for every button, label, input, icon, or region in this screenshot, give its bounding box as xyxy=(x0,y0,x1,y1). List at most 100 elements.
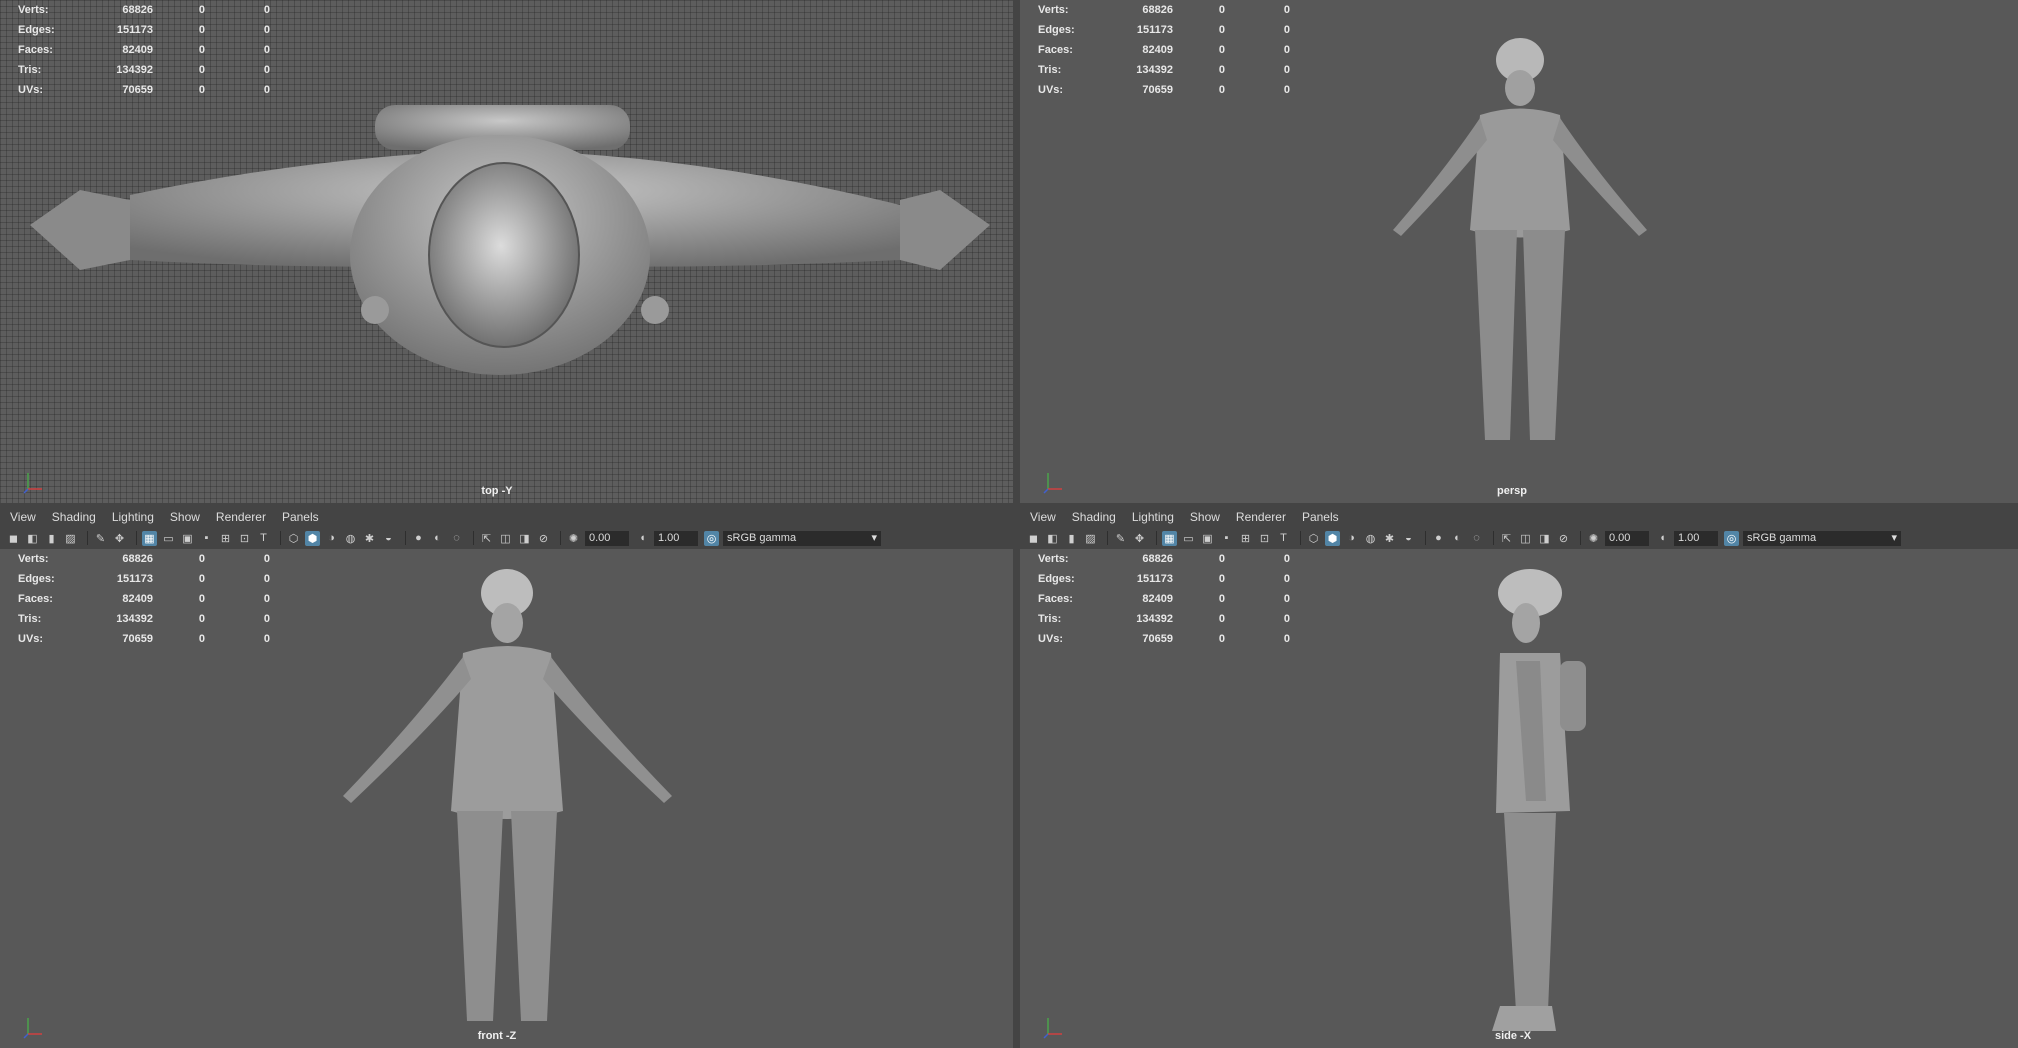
gamma-field[interactable]: 1.00 xyxy=(654,530,698,546)
grease-pencil-icon[interactable]: ✎ xyxy=(1113,531,1128,546)
menu-view[interactable]: View xyxy=(10,510,36,524)
exposure-icon[interactable]: ✺ xyxy=(1586,531,1601,546)
bookmark-icon[interactable]: ▮ xyxy=(44,531,59,546)
xray-joints-icon[interactable]: ◨ xyxy=(517,531,532,546)
exposure-icon[interactable]: ✺ xyxy=(566,531,581,546)
lights-icon[interactable]: ✱ xyxy=(1382,531,1397,546)
grid-icon[interactable]: ▦ xyxy=(142,530,157,546)
grease-pencil-icon[interactable]: ✎ xyxy=(93,531,108,546)
gamma-icon[interactable]: ◖ xyxy=(635,531,650,546)
textured-icon[interactable]: ◍ xyxy=(1363,531,1378,546)
exposure-field[interactable]: 0.00 xyxy=(585,530,629,546)
color-space-select[interactable]: sRGB gamma ▾ xyxy=(723,530,881,546)
menu-renderer[interactable]: Renderer xyxy=(216,510,266,524)
shadows-icon[interactable]: ◒ xyxy=(381,531,396,546)
isolate-select-icon[interactable]: ⇱ xyxy=(479,531,494,546)
safe-action-icon[interactable]: ⊡ xyxy=(237,531,252,546)
resolution-gate-icon[interactable]: ▣ xyxy=(180,531,195,546)
field-chart-icon[interactable]: ⊞ xyxy=(218,531,233,546)
camera-label-side: side -X xyxy=(1494,1030,1532,1042)
ambient-occlusion-icon[interactable]: ● xyxy=(411,531,426,546)
camera-attributes-icon[interactable]: ◧ xyxy=(25,531,40,546)
toolbar-separator xyxy=(1300,531,1301,545)
camera-attributes-icon[interactable]: ◧ xyxy=(1045,531,1060,546)
pane-divider-vertical[interactable] xyxy=(1013,0,1020,1048)
viewport-front[interactable]: Verts: 68826 0 0 Edges: 151173 0 0 Faces: 82409… xyxy=(0,549,1013,1048)
image-plane-icon[interactable]: ▨ xyxy=(63,531,78,546)
motion-blur-icon[interactable]: ◐ xyxy=(430,531,445,546)
shadows-icon[interactable]: ◒ xyxy=(1401,531,1416,546)
image-plane-icon[interactable]: ▨ xyxy=(1083,531,1098,546)
viewport-side[interactable]: Verts: 68826 0 0 Edges: 151173 0 0 Faces: 82409… xyxy=(1020,549,2018,1048)
chevron-down-icon: ▾ xyxy=(1891,531,1897,544)
wireframe-icon[interactable]: ⬡ xyxy=(1306,531,1321,546)
color-management-icon[interactable]: ◎ xyxy=(1724,530,1739,546)
resolution-gate-icon[interactable]: ▣ xyxy=(1200,531,1215,546)
2d-pan-zoom-icon[interactable]: ✥ xyxy=(112,531,127,546)
2d-pan-zoom-icon[interactable]: ✥ xyxy=(1132,531,1147,546)
menu-shading[interactable]: Shading xyxy=(52,510,96,524)
default-material-icon[interactable]: ◑ xyxy=(324,531,339,546)
menu-show[interactable]: Show xyxy=(170,510,200,524)
anti-alias-icon[interactable]: ◌ xyxy=(1469,531,1484,546)
soldier-model-persp[interactable] xyxy=(1375,30,1665,460)
viewport-persp[interactable]: Verts: 68826 0 0 Edges: 151173 0 0 Faces: 82409… xyxy=(1020,0,2018,503)
motion-blur-icon[interactable]: ◐ xyxy=(1450,531,1465,546)
toolbar-separator xyxy=(1425,531,1426,545)
smooth-shade-icon[interactable]: ⬢ xyxy=(305,530,320,546)
camera-icon[interactable]: ◼ xyxy=(6,531,21,546)
default-material-icon[interactable]: ◑ xyxy=(1344,531,1359,546)
toolbar-separator xyxy=(560,531,561,545)
toolbar-separator xyxy=(1107,531,1108,545)
wireframe-icon[interactable]: ⬡ xyxy=(286,531,301,546)
backface-culling-icon[interactable]: ⊘ xyxy=(1556,531,1571,546)
xray-icon[interactable]: ◫ xyxy=(1518,531,1533,546)
grid-icon[interactable]: ▦ xyxy=(1162,530,1177,546)
menu-shading[interactable]: Shading xyxy=(1072,510,1116,524)
color-space-select[interactable]: sRGB gamma ▾ xyxy=(1743,530,1901,546)
axis-gizmo xyxy=(23,1018,42,1039)
chevron-down-icon: ▾ xyxy=(871,531,877,544)
lights-icon[interactable]: ✱ xyxy=(362,531,377,546)
safe-title-icon[interactable]: T xyxy=(1276,531,1291,546)
panel-menubar-side: View Shading Lighting Show Renderer Pane… xyxy=(1020,507,2018,527)
isolate-select-icon[interactable]: ⇱ xyxy=(1499,531,1514,546)
viewport-top[interactable]: Verts: 68826 0 0 Edges: 151173 0 0 Faces: 82409… xyxy=(0,0,1013,503)
field-chart-icon[interactable]: ⊞ xyxy=(1238,531,1253,546)
menu-lighting[interactable]: Lighting xyxy=(112,510,154,524)
anti-alias-icon[interactable]: ◌ xyxy=(449,531,464,546)
safe-title-icon[interactable]: T xyxy=(256,531,271,546)
bookmark-icon[interactable]: ▮ xyxy=(1064,531,1079,546)
menu-panels[interactable]: Panels xyxy=(282,510,319,524)
soldier-model-side[interactable] xyxy=(1460,561,1600,1041)
camera-icon[interactable]: ◼ xyxy=(1026,531,1041,546)
gate-mask-icon[interactable]: ▪ xyxy=(1219,531,1234,546)
menu-show[interactable]: Show xyxy=(1190,510,1220,524)
xray-joints-icon[interactable]: ◨ xyxy=(1537,531,1552,546)
panel-toolbar-side: ◼ ◧ ▮ ▨ ✎ ✥ ▦ ▭ ▣ ▪ ⊞ ⊡ T ⬡ ⬢ ◑ ◍ ✱ ◒ ● … xyxy=(1020,527,2018,549)
menu-view[interactable]: View xyxy=(1030,510,1056,524)
toolbar-separator xyxy=(136,531,137,545)
film-gate-icon[interactable]: ▭ xyxy=(1181,531,1196,546)
soldier-model-front[interactable] xyxy=(335,561,680,1041)
toolbar-separator xyxy=(280,531,281,545)
backface-culling-icon[interactable]: ⊘ xyxy=(536,531,551,546)
toolbar-separator xyxy=(87,531,88,545)
safe-action-icon[interactable]: ⊡ xyxy=(1257,531,1272,546)
gamma-icon[interactable]: ◖ xyxy=(1655,531,1670,546)
gate-mask-icon[interactable]: ▪ xyxy=(199,531,214,546)
ambient-occlusion-icon[interactable]: ● xyxy=(1431,531,1446,546)
camera-label-persp: persp xyxy=(1497,485,1527,497)
panel-toolbar-front: ◼ ◧ ▮ ▨ ✎ ✥ ▦ ▭ ▣ ▪ ⊞ ⊡ T ⬡ ⬢ ◑ ◍ ✱ ◒ ● … xyxy=(0,527,1019,549)
xray-icon[interactable]: ◫ xyxy=(498,531,513,546)
menu-renderer[interactable]: Renderer xyxy=(1236,510,1286,524)
exposure-field[interactable]: 0.00 xyxy=(1605,530,1649,546)
menu-panels[interactable]: Panels xyxy=(1302,510,1339,524)
soldier-model-top[interactable] xyxy=(20,95,1000,415)
smooth-shade-icon[interactable]: ⬢ xyxy=(1325,530,1340,546)
color-management-icon[interactable]: ◎ xyxy=(704,530,719,546)
textured-icon[interactable]: ◍ xyxy=(343,531,358,546)
gamma-field[interactable]: 1.00 xyxy=(1674,530,1718,546)
menu-lighting[interactable]: Lighting xyxy=(1132,510,1174,524)
film-gate-icon[interactable]: ▭ xyxy=(161,531,176,546)
